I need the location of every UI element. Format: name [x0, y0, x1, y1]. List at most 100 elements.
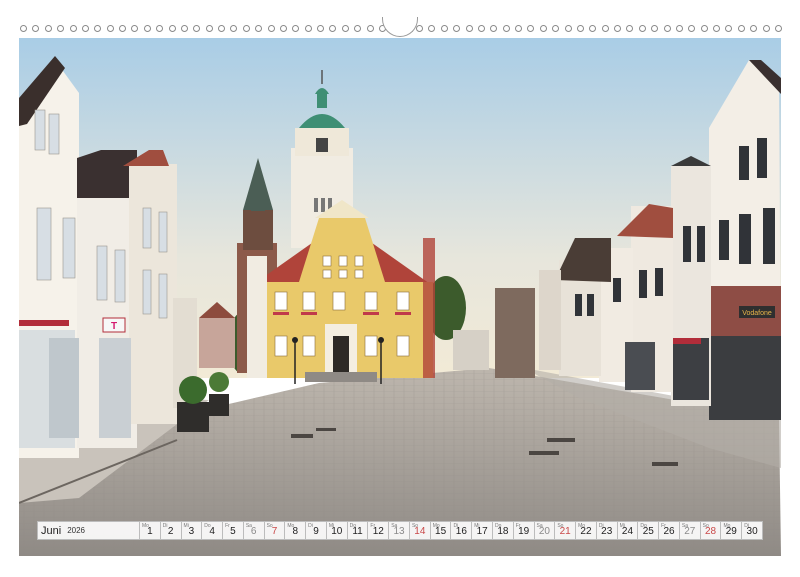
binding-hole [218, 24, 225, 32]
binding-hole [156, 24, 164, 32]
day-number: 26 [663, 526, 675, 537]
calendar-strip: Juni 2026 Mo 1 Di 2 Mi 3 Do 4 Fr 5 Sa 6 So 7 Mo 8 Di 9 Mi 1… [37, 521, 763, 540]
binding-hole [762, 24, 770, 32]
day-number: 1 [147, 526, 153, 537]
calendar-day: So 28 [700, 521, 722, 540]
day-number: 16 [455, 526, 467, 537]
binding-hole [651, 24, 659, 32]
binding-hole [193, 24, 201, 32]
binding-hole [180, 24, 188, 32]
calendar-day: Fr 5 [223, 521, 244, 540]
calendar-day: Do 25 [638, 521, 660, 540]
town-square-photo: T Vodafone [19, 38, 781, 556]
binding-hole [32, 24, 40, 32]
hanger-cutout [382, 17, 418, 37]
binding-hole [329, 24, 337, 32]
binding-hole [94, 24, 102, 32]
binding-hole [638, 24, 646, 32]
binding-hole [44, 24, 52, 32]
calendar-day: Sa 6 [243, 521, 265, 540]
day-number: 6 [250, 526, 257, 537]
binding-hole [366, 24, 374, 32]
binding-hole [57, 24, 65, 32]
shop-left-sign: T [111, 321, 117, 332]
calendar-day: Di 30 [742, 521, 763, 540]
calendar-day: Mi 24 [617, 521, 639, 540]
day-number: 25 [642, 526, 654, 537]
calendar-day: Do 11 [347, 521, 369, 540]
month-year: 2026 [67, 526, 85, 535]
binding-hole [168, 24, 176, 32]
day-number: 21 [559, 526, 571, 537]
calendar-day: Mo 1 [140, 521, 161, 540]
calendar-day: Fr 26 [659, 521, 680, 540]
calendar-day: Mi 3 [181, 521, 203, 540]
day-number: 18 [497, 526, 509, 537]
calendar-month: Juni 2026 [37, 521, 140, 540]
calendar-day: Fr 12 [368, 521, 390, 540]
calendar-day: Sa 13 [389, 521, 410, 540]
binding-hole [750, 24, 758, 32]
calendar-day: Di 2 [160, 521, 182, 540]
day-number: 23 [601, 526, 613, 537]
binding-hole [737, 24, 745, 32]
day-number: 24 [621, 526, 634, 537]
binding-hole [440, 24, 448, 32]
day-number: 17 [476, 526, 488, 537]
calendar-day: Fr 19 [513, 521, 535, 540]
binding-hole [304, 24, 312, 32]
binding-hole [688, 24, 696, 32]
binding-hole [131, 24, 139, 32]
binding-hole [663, 24, 671, 32]
binding-hole [230, 24, 238, 32]
binding-hole [416, 24, 423, 32]
calendar-day: So 7 [264, 521, 286, 540]
day-number: 29 [725, 526, 737, 537]
calendar-day: Di 23 [596, 521, 618, 540]
day-number: 10 [331, 526, 343, 537]
binding-hole [453, 24, 461, 32]
day-number: 28 [704, 526, 717, 537]
binding-hole [502, 24, 510, 32]
binding-hole [576, 24, 584, 32]
calendar-day: Mo 8 [285, 521, 307, 540]
calendar-day: So 14 [409, 521, 431, 540]
day-number: 5 [230, 526, 236, 537]
calendar-day: Do 4 [202, 521, 224, 540]
binding-hole [713, 24, 720, 32]
binding-hole [81, 24, 89, 32]
binding-hole [292, 24, 300, 32]
binding-hole [539, 24, 547, 32]
calendar-day: Mo 22 [576, 521, 597, 540]
binding-hole [675, 24, 683, 32]
day-number: 30 [746, 526, 758, 537]
calendar-day: Mo 15 [430, 521, 452, 540]
day-number: 8 [292, 526, 299, 537]
binding-hole [341, 24, 349, 32]
calendar-day: Do 18 [493, 521, 514, 540]
day-number: 4 [209, 526, 215, 537]
calendar-day: Di 9 [306, 521, 327, 540]
binding-hole [527, 24, 535, 32]
binding-hole [626, 24, 634, 32]
binding-hole [601, 24, 609, 32]
month-name: Juni [41, 524, 62, 537]
calendar-day: So 21 [555, 521, 577, 540]
day-number: 3 [188, 526, 195, 537]
day-number: 15 [435, 526, 447, 537]
calendar-day: Mi 10 [326, 521, 348, 540]
day-number: 19 [518, 526, 530, 537]
binding-hole [69, 24, 77, 32]
day-number: 20 [538, 526, 550, 537]
calendar-day: Mo 29 [721, 521, 743, 540]
binding-hole [205, 24, 213, 32]
binding-hole [119, 24, 126, 32]
binding-hole [279, 24, 287, 32]
binding-hole [477, 24, 485, 32]
binding-hole [255, 24, 263, 32]
binding-hole [242, 24, 250, 32]
binding-hole [267, 24, 275, 32]
binding-hole [515, 24, 522, 32]
binding-hole [700, 24, 708, 32]
calendar-days: Mo 1 Di 2 Mi 3 Do 4 Fr 5 Sa 6 So 7 Mo 8 Di 9 Mi 10 Do 11 Fr 12 S… [140, 521, 763, 540]
